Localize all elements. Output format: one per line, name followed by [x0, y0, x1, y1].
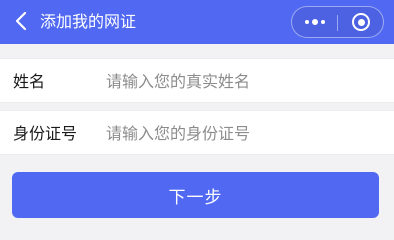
- next-step-button[interactable]: 下一步: [12, 172, 379, 218]
- page-title: 添加我的网证: [40, 12, 137, 31]
- navigation-bar: 添加我的网证: [0, 0, 394, 44]
- name-input[interactable]: [106, 65, 381, 98]
- id-number-row: 身份证号: [0, 110, 394, 155]
- close-target-icon[interactable]: [338, 7, 384, 37]
- more-dots-icon[interactable]: [292, 7, 337, 37]
- id-number-label: 身份证号: [13, 124, 78, 143]
- name-label: 姓名: [13, 72, 46, 91]
- back-chevron-icon[interactable]: [8, 8, 34, 34]
- mini-program-capsule: [291, 6, 384, 38]
- name-row: 姓名: [0, 58, 394, 103]
- id-number-input[interactable]: [106, 117, 381, 150]
